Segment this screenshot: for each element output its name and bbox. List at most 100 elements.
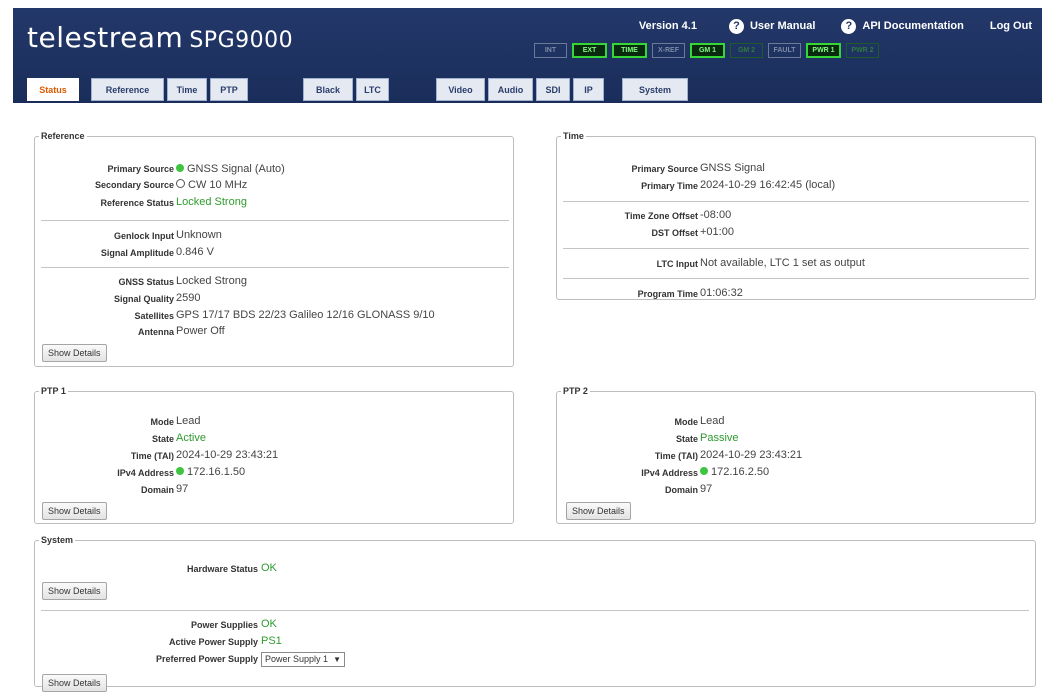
- logout-link[interactable]: Log Out: [990, 20, 1032, 32]
- active-power-supply-value: PS1: [261, 635, 282, 647]
- time-legend: Time: [563, 131, 584, 141]
- time-primary-source-value: GNSS Signal: [700, 162, 765, 174]
- signal-amplitude-value: 0.846 V: [176, 246, 214, 258]
- tab-system[interactable]: System: [622, 78, 688, 101]
- ltc-input-value: Not available, LTC 1 set as output: [700, 257, 865, 269]
- reference-panel: Reference Primary Source GNSS Signal (Au…: [34, 131, 514, 367]
- primary-source-value: GNSS Signal (Auto): [176, 163, 285, 175]
- dst-offset-label: DST Offset: [651, 228, 698, 238]
- api-docs-label: API Documentation: [862, 20, 964, 32]
- preferred-power-supply-select[interactable]: Power Supply 1 ▼: [261, 652, 346, 667]
- tab-black[interactable]: Black: [303, 78, 353, 101]
- primary-source-text: GNSS Signal (Auto): [187, 163, 285, 175]
- ptp2-mode-label: Mode: [674, 417, 699, 427]
- ptp2-domain-value: 97: [700, 483, 713, 495]
- time-primary-source-label: Primary Source: [631, 164, 698, 174]
- ptp2-ipv4-text: 172.16.2.50: [711, 466, 770, 478]
- tab-audio[interactable]: Audio: [488, 78, 533, 101]
- power-supplies-value: OK: [261, 618, 277, 630]
- led-gm1: GM 1: [690, 43, 725, 58]
- led-gm2: GM 2: [730, 43, 763, 58]
- time-zone-offset-label: Time Zone Offset: [624, 211, 698, 221]
- ptp2-ipv4-value: 172.16.2.50: [700, 466, 769, 478]
- status-ok-dot-icon: [176, 164, 184, 172]
- system-panel: System Hardware Status OK Show Details P…: [34, 535, 1036, 692]
- tab-video[interactable]: Video: [436, 78, 485, 101]
- primary-source-label: Primary Source: [107, 164, 174, 174]
- app-header: telestream SPG9000 Version 4.1 ? User Man…: [13, 8, 1042, 103]
- signal-quality-value: 2590: [176, 292, 201, 304]
- tab-sdi[interactable]: SDI: [536, 78, 570, 101]
- reference-status-label: Reference Status: [100, 198, 174, 208]
- primary-time-label: Primary Time: [641, 181, 698, 191]
- ptp1-time-label: Time (TAI): [130, 451, 174, 461]
- antenna-label: Antenna: [138, 327, 174, 337]
- tab-reference[interactable]: Reference: [91, 78, 164, 101]
- ptp1-domain-value: 97: [176, 483, 189, 495]
- satellites-label: Satellites: [134, 311, 174, 321]
- divider: [563, 201, 1029, 202]
- ptp2-state-value: Passive: [700, 432, 739, 444]
- api-docs-link[interactable]: ? API Documentation: [841, 18, 964, 34]
- secondary-source-label: Secondary Source: [94, 180, 174, 190]
- signal-amplitude-label: Signal Amplitude: [100, 248, 174, 258]
- divider: [563, 278, 1029, 279]
- power-supplies-label: Power Supplies: [190, 620, 258, 630]
- divider: [41, 610, 1029, 611]
- tab-ptp[interactable]: PTP: [210, 78, 248, 101]
- status-empty-dot-icon: [176, 179, 185, 188]
- tab-ip[interactable]: IP: [573, 78, 604, 101]
- ptp1-ipv4-text: 172.16.1.50: [187, 466, 246, 478]
- help-icon: ?: [728, 18, 744, 34]
- reference-show-details-button[interactable]: Show Details: [42, 344, 107, 362]
- secondary-source-value: CW 10 MHz: [176, 179, 247, 191]
- ptp2-domain-label: Domain: [664, 485, 698, 495]
- ptp1-ipv4-value: 172.16.1.50: [176, 466, 245, 478]
- led-int: INT: [534, 43, 567, 58]
- hardware-show-details-button[interactable]: Show Details: [42, 582, 107, 600]
- ptp1-show-details-button[interactable]: Show Details: [42, 502, 107, 520]
- ptp1-time-value: 2024-10-29 23:43:21: [176, 449, 279, 461]
- genlock-input-value: Unknown: [176, 229, 222, 241]
- ptp1-mode-value: Lead: [176, 415, 201, 427]
- genlock-input-label: Genlock Input: [113, 231, 174, 241]
- help-icon: ?: [841, 18, 857, 34]
- ptp2-legend: PTP 2: [563, 386, 588, 396]
- reference-legend: Reference: [41, 131, 85, 141]
- secondary-source-text: CW 10 MHz: [188, 179, 248, 191]
- brand-name: telestream: [27, 21, 184, 54]
- ptp1-state-label: State: [151, 434, 174, 444]
- ptp2-show-details-button[interactable]: Show Details: [566, 502, 631, 520]
- tab-time[interactable]: Time: [167, 78, 207, 101]
- user-manual-label: User Manual: [749, 20, 816, 32]
- led-fault: FAULT: [768, 43, 801, 58]
- ptp1-mode-label: Mode: [150, 417, 175, 427]
- power-show-details-button[interactable]: Show Details: [42, 674, 107, 692]
- divider: [41, 220, 509, 221]
- divider: [563, 248, 1029, 249]
- version-label: Version 4.1: [638, 20, 697, 32]
- antenna-value: Power Off: [176, 325, 225, 337]
- primary-time-value: 2024-10-29 16:42:45 (local): [700, 179, 836, 191]
- hardware-status-label: Hardware Status: [186, 564, 258, 574]
- led-time: TIME: [612, 43, 647, 58]
- ptp1-panel: PTP 1 Mode Lead State Active Time (TAI) …: [34, 386, 514, 524]
- user-manual-link[interactable]: ? User Manual: [728, 18, 816, 34]
- model-name: SPG9000: [189, 28, 294, 53]
- satellites-value: GPS 17/17 BDS 22/23 Galileo 12/16 GLONAS…: [176, 309, 435, 321]
- signal-quality-label: Signal Quality: [113, 294, 174, 304]
- hardware-status-value: OK: [261, 562, 277, 574]
- ptp2-mode-value: Lead: [700, 415, 725, 427]
- active-power-supply-label: Active Power Supply: [168, 637, 258, 647]
- ptp2-panel: PTP 2 Mode Lead State Passive Time (TAI)…: [556, 386, 1036, 524]
- preferred-power-supply-label: Preferred Power Supply: [155, 654, 258, 664]
- ptp1-domain-label: Domain: [140, 485, 174, 495]
- tab-ltc[interactable]: LTC: [356, 78, 389, 101]
- ptp1-state-value: Active: [176, 432, 206, 444]
- status-ok-dot-icon: [700, 467, 708, 475]
- ltc-input-label: LTC Input: [656, 259, 698, 269]
- program-time-value: 01:06:32: [700, 287, 743, 299]
- time-panel: Time Primary Source GNSS Signal Primary …: [556, 131, 1036, 300]
- preferred-power-supply-selected: Power Supply 1: [265, 654, 329, 664]
- tab-status[interactable]: Status: [27, 78, 79, 101]
